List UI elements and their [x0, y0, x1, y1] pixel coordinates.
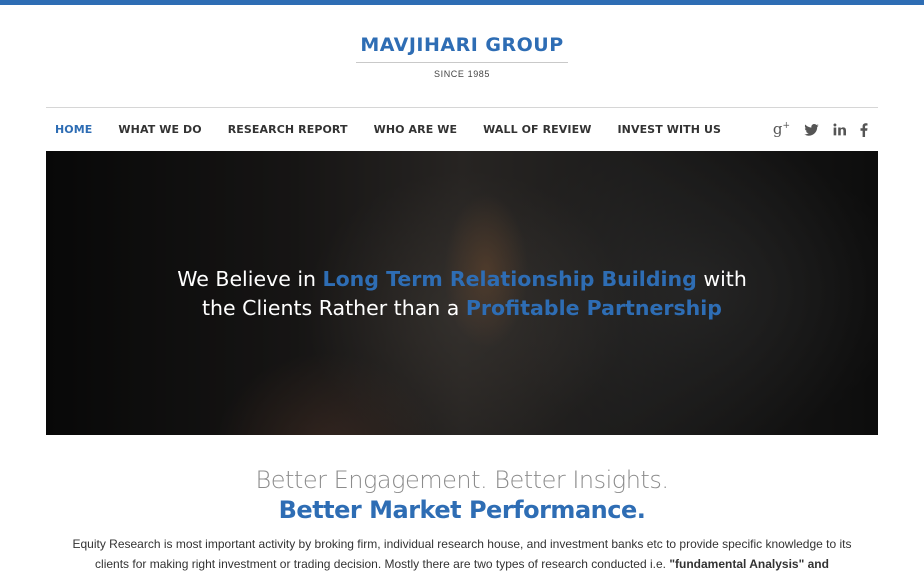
intro-body: Equity Research is most important activi…	[72, 534, 852, 575]
hero-text-part-2: with	[696, 267, 747, 291]
logo-since: SINCE 1985	[433, 69, 491, 79]
nav-item-home[interactable]: HOME	[55, 123, 92, 136]
hero-text-part-3: the Clients Rather than a	[202, 296, 466, 320]
main-nav: HOME WHAT WE DO RESEARCH REPORT WHO ARE …	[46, 107, 878, 151]
hero-text-part-1: We Believe in	[177, 267, 323, 291]
google-plus-icon[interactable]: g+	[773, 122, 790, 137]
hero-banner: We Believe in Long Term Relationship Bui…	[46, 151, 878, 435]
nav-item-invest-with-us[interactable]: INVEST WITH US	[617, 123, 721, 136]
nav-item-research-report[interactable]: RESEARCH REPORT	[228, 123, 348, 136]
logo-name[interactable]: MAVJIHARI GROUP	[356, 34, 568, 63]
hero-highlight-1: Long Term Relationship Building	[322, 267, 697, 291]
intro-tagline: Better Engagement. Better Insights.	[255, 466, 669, 494]
nav-item-wall-of-review[interactable]: WALL OF REVIEW	[483, 123, 591, 136]
intro-headline: Better Market Performance.	[278, 496, 646, 524]
logo[interactable]: MAVJIHARI GROUP SINCE 1985	[0, 34, 924, 79]
nav-item-who-are-we[interactable]: WHO ARE WE	[374, 123, 458, 136]
top-accent-bar	[0, 0, 924, 5]
facebook-icon[interactable]	[860, 122, 868, 137]
nav-item-what-we-do[interactable]: WHAT WE DO	[118, 123, 201, 136]
twitter-icon[interactable]	[804, 123, 819, 136]
social-links: g+	[773, 122, 878, 137]
hero-headline: We Believe in Long Term Relationship Bui…	[46, 265, 878, 323]
linkedin-icon[interactable]	[833, 123, 846, 136]
hero-highlight-2: Profitable Partnership	[465, 296, 722, 320]
